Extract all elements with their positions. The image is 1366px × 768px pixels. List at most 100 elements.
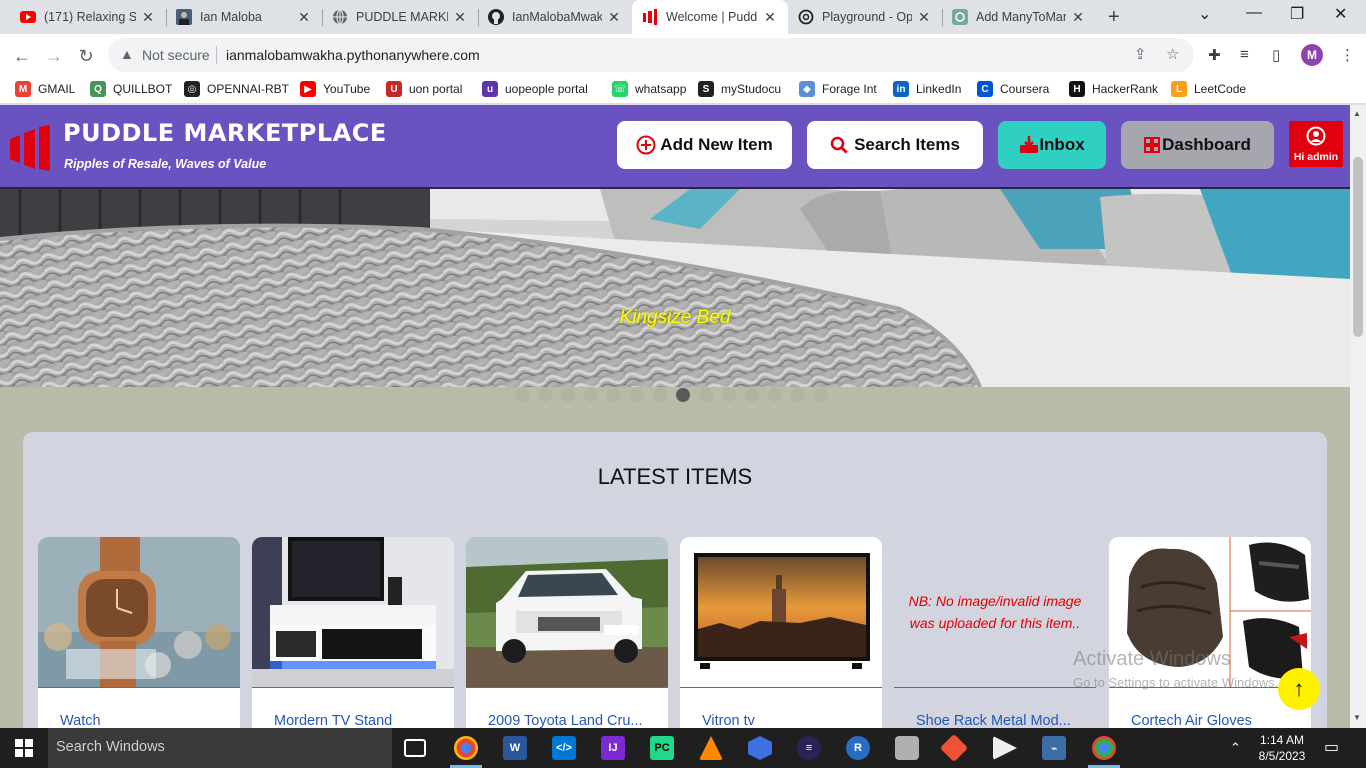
bookmark-linkedin[interactable]: in LinkedIn [893,81,961,97]
inbox-button[interactable]: Inbox [998,121,1106,169]
tab-ian-maloba[interactable]: Ian Maloba ✕ [166,0,322,34]
bookmark-uopeople-portal[interactable]: u uopeople portal [482,81,588,97]
carousel-dot[interactable] [676,388,690,402]
item-card[interactable]: 2009 Toyota Land Cru... [466,537,668,728]
tab-playground[interactable]: Playground - Op ✕ [788,0,942,34]
git-icon[interactable] [939,733,969,763]
item-name-link[interactable]: Shoe Rack Metal Mod... [916,713,1071,728]
watch-image[interactable] [38,537,240,687]
item-name-link[interactable]: Mordern TV Stand [274,713,392,728]
word-icon[interactable]: W [503,736,527,760]
vscode-icon[interactable]: </> [552,736,576,760]
close-tab-icon[interactable]: ✕ [1070,9,1086,26]
search-items-button[interactable]: Search Items [807,121,983,169]
tv-image[interactable] [680,537,882,687]
carousel-dot[interactable] [538,388,552,402]
dashboard-button[interactable]: Dashboard [1121,121,1274,169]
carousel-dot[interactable] [768,388,782,402]
menu-kebab-icon[interactable]: ⋮ [1340,46,1355,64]
bookmark-hackerrank[interactable]: H HackerRank [1069,81,1158,97]
bookmark-opennai-rbt[interactable]: ◎ OPENNAI-RBT [184,81,289,97]
share-icon[interactable]: ⇪ [1134,45,1147,63]
bookmark-forage-int[interactable]: ◆ Forage Int [799,81,877,97]
profile-avatar[interactable]: M [1301,44,1323,66]
item-card[interactable]: NB: No image/invalid image was uploaded … [894,537,1096,728]
carousel-dot[interactable] [515,388,529,402]
carousel-dot[interactable] [630,388,644,402]
tab-puddle-market[interactable]: PUDDLE MARKET ✕ [322,0,478,34]
item-card[interactable]: Vitron tv [680,537,882,728]
carousel-dot[interactable] [561,388,575,402]
close-tab-icon[interactable]: ✕ [916,9,932,26]
eclipse-icon[interactable]: ≡ [797,736,821,760]
security-label[interactable]: Not secure [142,47,210,63]
extensions-icon[interactable]: ✚ [1208,46,1221,64]
tab-search-chevron-icon[interactable]: ⌄ [1198,4,1211,24]
new-tab-icon[interactable]: + [1108,6,1120,29]
car-image[interactable] [466,537,668,687]
puddle-logo-icon[interactable] [10,125,52,171]
system-clock[interactable]: 1:14 AM 8/5/2023 [1252,732,1312,764]
back-icon[interactable]: ← [8,42,36,70]
bookmark-whatsapp[interactable]: ☏ whatsapp [612,81,686,97]
app-hex-icon[interactable] [748,736,772,760]
database-icon[interactable] [895,736,919,760]
scroll-up-arrow-icon[interactable]: ▲ [1353,109,1361,118]
close-tab-icon[interactable]: ✕ [296,9,312,26]
url-text[interactable]: ianmalobamwakha.pythonanywhere.com [226,47,480,63]
warning-icon[interactable]: ▲ [120,46,134,62]
bookmark-mystudocu[interactable]: SmyStudocu [698,81,781,97]
scrollbar-thumb[interactable] [1353,157,1363,337]
item-name-link[interactable]: Watch [60,713,101,728]
item-card[interactable]: Watch [38,537,240,728]
reload-icon[interactable]: ↻ [72,42,100,70]
notification-icon[interactable]: ▭ [1324,737,1339,757]
carousel-dot[interactable] [814,388,828,402]
carousel-dot[interactable] [653,388,667,402]
chrome-profile-icon[interactable] [1092,736,1116,760]
item-card[interactable]: Mordern TV Stand [252,537,454,728]
windows-start-button[interactable] [0,728,48,768]
tab-add-manytomany[interactable]: Add ManyToMan ✕ [942,0,1096,34]
scroll-down-arrow-icon[interactable]: ▼ [1353,713,1361,722]
item-name-link[interactable]: Cortech Air Gloves [1131,713,1252,728]
item-name-link[interactable]: Vitron tv [702,713,755,728]
close-tab-icon[interactable]: ✕ [140,9,156,26]
bookmark-quillbot[interactable]: Q QUILLBOT [90,81,172,97]
bookmark-uon-portal[interactable]: Uuon portal [386,81,462,97]
bookmark-gmail[interactable]: M GMAIL [15,81,75,97]
bookmark-coursera[interactable]: C Coursera [977,81,1049,97]
carousel-dot[interactable] [791,388,805,402]
taskbar-search-input[interactable]: Search Windows [48,728,392,768]
carousel-dot[interactable] [699,388,713,402]
add-new-item-button[interactable]: Add New Item [617,121,792,169]
r-icon[interactable]: R [846,736,870,760]
bookmark-leetcode[interactable]: L LeetCode [1171,81,1246,97]
hero-carousel[interactable]: Kingsize Bed [0,189,1350,387]
tab-youtube[interactable]: (171) Relaxing Sle ✕ [10,0,166,34]
tvstand-image[interactable] [252,537,454,687]
carousel-dot[interactable] [607,388,621,402]
carousel-dot[interactable] [745,388,759,402]
play-icon[interactable] [993,736,1017,760]
close-tab-icon[interactable]: ✕ [606,9,622,26]
close-tab-icon[interactable]: ✕ [452,9,468,26]
brand-title[interactable]: PUDDLE MARKETPLACE [63,119,387,147]
intellij-icon[interactable]: IJ [601,736,625,760]
task-view-icon[interactable] [404,739,426,757]
vlc-icon[interactable] [699,736,723,760]
side-panel-icon[interactable]: ▯ [1272,46,1280,64]
tab-github[interactable]: IanMalobaMwak ✕ [478,0,632,34]
bookmark-youtube[interactable]: ▶ YouTube [300,81,370,97]
page-scrollbar[interactable]: ▲ ▼ [1350,105,1366,728]
forward-icon[interactable]: → [40,42,68,70]
chrome-icon[interactable] [454,736,478,760]
mysql-workbench-icon[interactable]: ⌁ [1042,736,1066,760]
close-tab-icon[interactable]: ✕ [762,9,778,26]
pycharm-icon[interactable]: PC [650,736,674,760]
item-name-link[interactable]: 2009 Toyota Land Cru... [488,713,643,728]
carousel-dot[interactable] [584,388,598,402]
scroll-to-top-button[interactable]: ↑ [1278,668,1320,710]
bookmark-star-icon[interactable]: ☆ [1166,45,1179,63]
user-account-button[interactable]: Hi admin [1289,121,1343,167]
